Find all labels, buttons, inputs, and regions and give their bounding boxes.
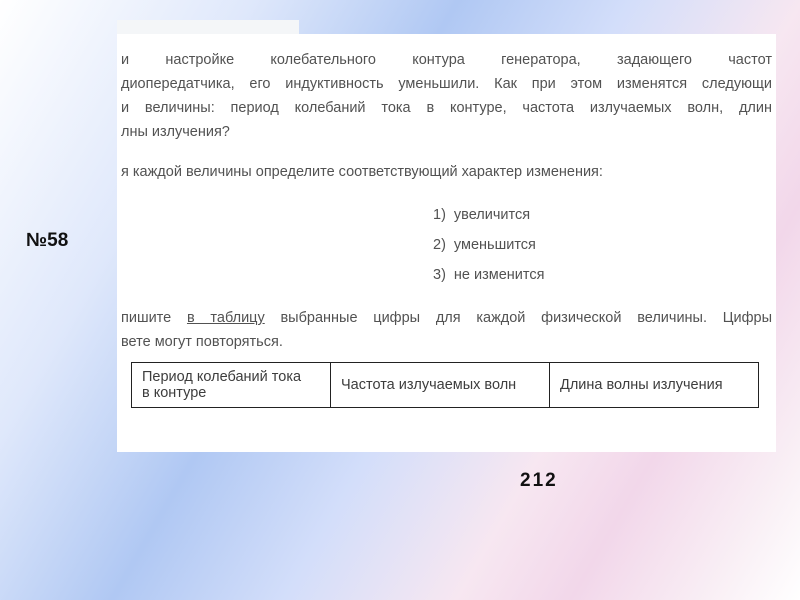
option-number: 1) <box>433 200 446 230</box>
instr2-post: выбранные цифры для каждой физической ве… <box>265 310 772 326</box>
problem-line: и величины: период колебаний тока в конт… <box>121 96 772 120</box>
problem-card: и настройке колебательного контура генер… <box>117 34 776 452</box>
table-row: Период колебаний тока в контуре Частота … <box>132 363 759 408</box>
table-cell-frequency: Частота излучаемых волн <box>331 363 550 408</box>
problem-line: диопередатчика, его индуктивность уменьш… <box>121 72 772 96</box>
instruction-determine: я каждой величины определите соответству… <box>121 160 772 184</box>
table-cell-period: Период колебаний тока в контуре <box>132 363 331 408</box>
instr2-link: в таблицу <box>187 310 265 326</box>
options-list: 1) увеличится 2) уменьшится 3) не измени… <box>433 200 776 290</box>
option-text: увеличится <box>454 200 530 230</box>
option-3: 3) не изменится <box>433 260 776 290</box>
option-number: 3) <box>433 260 446 290</box>
cell-line: Длина волны излучения <box>560 377 723 393</box>
cell-line: Период колебаний тока <box>142 363 320 385</box>
option-1: 1) увеличится <box>433 200 776 230</box>
problem-line: лны излучения? <box>121 120 772 144</box>
problem-text: и настройке колебательного контура генер… <box>121 48 772 144</box>
answer-value: 212 <box>520 470 558 492</box>
problem-number: №58 <box>26 230 68 252</box>
slide-background: №58 и настройке колебательного контура г… <box>0 0 800 600</box>
cell-line: в контуре <box>142 385 320 407</box>
cell-line: Частота излучаемых волн <box>341 377 516 393</box>
header-strip <box>117 20 299 34</box>
instr2-pre: пишите <box>121 310 187 326</box>
option-text: не изменится <box>454 260 545 290</box>
problem-line: и настройке колебательного контура генер… <box>121 48 772 72</box>
instruction-write: пишите в таблицу выбранные цифры для каж… <box>121 306 772 354</box>
instr2-line2: вете могут повторяться. <box>121 334 283 350</box>
table-cell-wavelength: Длина волны излучения <box>550 363 759 408</box>
option-text: уменьшится <box>454 230 536 260</box>
option-number: 2) <box>433 230 446 260</box>
answer-table: Период колебаний тока в контуре Частота … <box>131 362 759 408</box>
option-2: 2) уменьшится <box>433 230 776 260</box>
